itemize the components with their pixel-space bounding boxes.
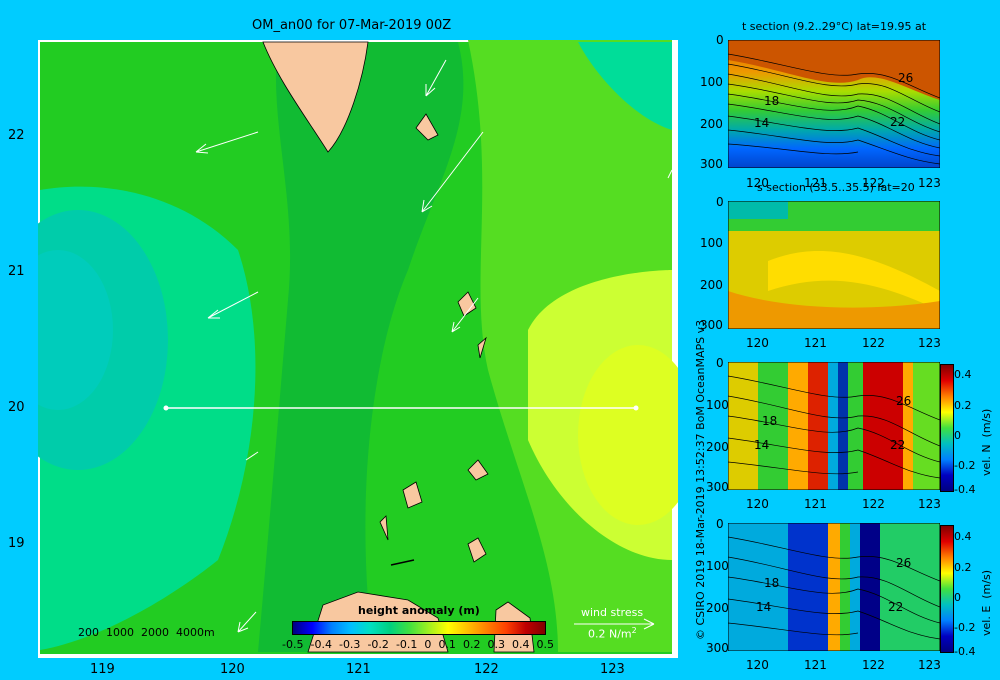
cb-tick: 0.2 (954, 399, 972, 412)
wind-scale-exp: 2 (631, 626, 637, 635)
lon-tick: 119 (90, 662, 115, 677)
contour-label: 18 (762, 414, 778, 428)
lon-tick: 120 (746, 336, 769, 350)
cb-tick: 0.4 (511, 638, 530, 651)
cb-tick: -0.4 (954, 483, 976, 496)
depth-tick: 300 (700, 318, 723, 332)
cb-tick: -0.5 (282, 638, 304, 651)
lon-tick: 121 (804, 658, 827, 672)
cb-tick: 0.3 (487, 638, 505, 651)
vn-colorbar (940, 364, 954, 492)
depth-tick: 100 (700, 236, 723, 250)
cb-tick: 0 (954, 429, 961, 442)
colorbar-ticks: -0.5 -0.4 -0.3 -0.2 -0.1 0 0.1 0.2 0.3 0… (282, 638, 554, 651)
contour-label: 18 (764, 576, 780, 590)
contour-label: 14 (756, 600, 772, 614)
lon-tick: 121 (804, 497, 827, 511)
s-section-plot (728, 201, 940, 329)
depth-tick: 0 (716, 517, 724, 531)
contour-label: 26 (896, 394, 912, 408)
depth-tick: 300 (706, 480, 729, 494)
contour-label: 14 (754, 438, 770, 452)
lon-tick: 123 (600, 662, 625, 677)
cb-tick: 0.2 (462, 638, 481, 651)
depth-tick: 100 (700, 75, 723, 89)
depth-tick: 100 (706, 398, 729, 412)
height-colorbar (292, 621, 546, 635)
cb-tick: 0.4 (954, 368, 972, 381)
cb-tick: -0.2 (954, 621, 976, 634)
contour-label: 26 (898, 71, 914, 85)
map-title: OM_an00 for 07-Mar-2019 00Z (252, 18, 452, 33)
lon-tick: 120 (746, 658, 769, 672)
cb-tick: 0.2 (954, 561, 972, 574)
cb-tick: -0.4 (954, 645, 976, 658)
ve-section-plot (728, 523, 940, 651)
wind-label: wind stress (581, 606, 644, 619)
depth-tick: 200 (700, 278, 723, 292)
cb-tick: -0.3 (338, 638, 361, 651)
depth-tick: 0 (716, 195, 724, 209)
cb-tick: -0.2 (954, 459, 976, 472)
lat-tick: 19 (8, 536, 25, 551)
cb-tick: 0.4 (954, 530, 972, 543)
lon-tick: 123 (918, 176, 941, 190)
lon-tick: 120 (220, 662, 245, 677)
contour-label: 22 (890, 438, 906, 452)
panel-title: t section (9.2..29°C) lat=19.95 at (742, 20, 927, 33)
lon-tick: 123 (918, 336, 941, 350)
contour-label: 26 (896, 556, 912, 570)
depth-tick: 200 (706, 440, 729, 454)
panel-title: s section (33.5..35.5) lat=20 (757, 181, 915, 194)
ve-colorbar (940, 525, 954, 653)
colorbar-title: height anomaly (m) (358, 604, 480, 617)
cb-tick: -0.4 (310, 638, 332, 651)
lat-tick: 21 (8, 264, 25, 279)
lon-tick: 123 (918, 497, 941, 511)
lon-tick: 120 (746, 497, 769, 511)
lon-tick: 120 (746, 176, 769, 190)
map-plot (38, 40, 678, 658)
lon-tick: 122 (862, 336, 885, 350)
cb-tick: 0 (424, 638, 432, 651)
contour-label: 22 (890, 115, 906, 129)
cb-tick: 0 (954, 591, 961, 604)
lon-tick: 121 (346, 662, 371, 677)
depth-tick: 100 (706, 559, 729, 573)
ve-colorbar-label: vel. E (m/s) (980, 569, 993, 636)
lat-tick: 20 (8, 400, 25, 415)
lat-tick: 22 (8, 128, 25, 143)
depth-tick: 0 (716, 33, 724, 47)
wind-scale: 0.2 N/m2 (588, 626, 637, 641)
contour-label: 18 (764, 94, 780, 108)
contour-label: 22 (888, 600, 904, 614)
lon-tick: 121 (804, 336, 827, 350)
lon-tick: 122 (862, 176, 885, 190)
lon-tick: 122 (474, 662, 499, 677)
depth-tick: 200 (706, 601, 729, 615)
wind-scale-value: 0.2 N/m (588, 627, 632, 641)
lon-tick: 121 (804, 176, 827, 190)
cb-tick: -0.1 (395, 638, 418, 651)
depth-tick: 0 (716, 356, 724, 370)
depth-tick: 300 (706, 641, 729, 655)
vn-section-plot (728, 362, 940, 490)
t-section-plot (728, 40, 940, 168)
depth-tick: 300 (700, 157, 723, 171)
contour-label: 14 (754, 116, 770, 130)
cb-tick: 0.1 (438, 638, 456, 651)
lon-tick: 123 (918, 658, 941, 672)
cb-tick: 0.5 (536, 638, 555, 651)
lon-tick: 122 (862, 658, 885, 672)
lon-tick: 122 (862, 497, 885, 511)
vn-colorbar-label: vel. N (m/s) (980, 408, 993, 476)
depth-legend: 200 1000 2000 4000m (78, 626, 215, 639)
cb-tick: -0.2 (367, 638, 389, 651)
depth-tick: 200 (700, 117, 723, 131)
